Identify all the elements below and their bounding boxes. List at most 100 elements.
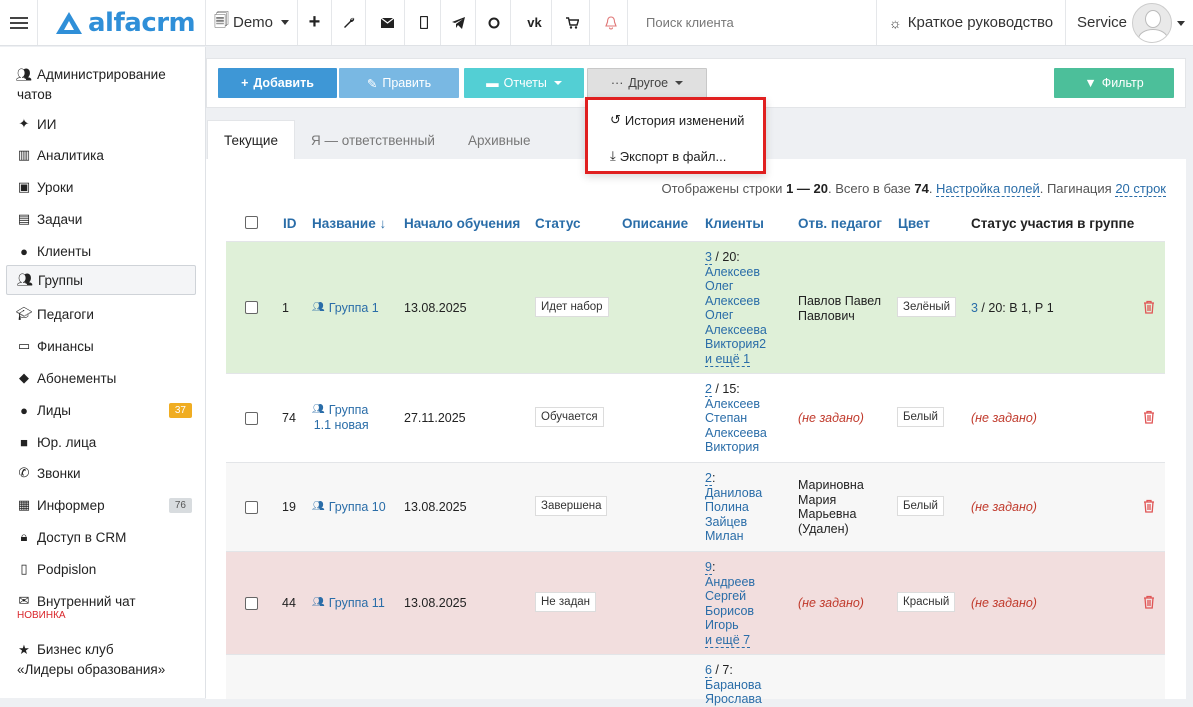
client-link[interactable]: Степан <box>705 411 747 425</box>
sidebar-item-business-club[interactable]: ★ Бизнес клуб «Лидеры образования» <box>6 640 196 680</box>
sidebar-item-chat-admin[interactable]: 👥︎ Администрирование чатов <box>6 65 196 105</box>
sidebar-item-analytics[interactable]: ▥ Аналитика <box>6 145 196 165</box>
add-icon[interactable]: + <box>298 0 332 45</box>
group-link[interactable]: 👥︎ Группа 11 <box>312 596 385 611</box>
avatar[interactable] <box>1132 3 1172 43</box>
column-description[interactable]: Описание <box>622 216 688 231</box>
column-name[interactable]: Название ↓ <box>312 216 386 231</box>
trash-icon[interactable] <box>1143 300 1155 314</box>
filter-button[interactable]: ▼ Фильтр <box>1054 68 1174 98</box>
client-link[interactable]: Алексеев <box>705 265 760 279</box>
clients-count-link[interactable]: 2 <box>705 471 712 486</box>
column-status[interactable]: Статус <box>535 216 581 231</box>
client-link[interactable]: Виктория <box>705 440 759 454</box>
sidebar-item-clients[interactable]: ● Клиенты <box>6 241 196 261</box>
sidebar-item-groups[interactable]: 👥︎ Группы <box>6 265 196 295</box>
logo[interactable]: alfacrm <box>38 0 206 45</box>
user-menu[interactable]: Service <box>1066 0 1193 45</box>
group-link[interactable]: 👥︎ Группа 10 <box>312 500 386 515</box>
row-checkbox[interactable] <box>245 501 258 514</box>
client-search-input[interactable] <box>644 14 864 31</box>
clients-count-link[interactable]: 2 <box>705 382 712 397</box>
phone-mobile-icon[interactable] <box>407 0 441 45</box>
client-link[interactable]: Алексеев <box>705 397 760 411</box>
other-button[interactable]: ··· Другое <box>587 68 707 98</box>
table-row[interactable]: 19 👥︎ Группа 10 13.08.2025 Завершена 2: Д… <box>226 462 1165 551</box>
reports-button[interactable]: ▬ Отчеты <box>464 68 584 98</box>
table-row[interactable]: 44 👥︎ Группа 11 13.08.2025 Не задан 9: Ан… <box>226 551 1165 654</box>
row-checkbox[interactable] <box>245 301 258 314</box>
client-link[interactable]: Олег <box>705 279 733 293</box>
tab-archive[interactable]: Архивные <box>468 120 531 160</box>
sidebar-item-lessons[interactable]: ▣ Уроки <box>6 177 196 197</box>
column-start[interactable]: Начало обучения <box>404 216 520 231</box>
column-id[interactable]: ID <box>283 216 297 231</box>
pagination-link[interactable]: 20 строк <box>1115 181 1166 197</box>
tab-mine[interactable]: Я — ответственный <box>311 120 435 160</box>
sidebar-item-ai[interactable]: ✦ ИИ <box>6 114 196 134</box>
clients-count-link[interactable]: 6 <box>705 663 712 678</box>
client-search[interactable] <box>630 0 877 45</box>
chat-bubble-icon[interactable] <box>477 0 511 45</box>
edit-button[interactable]: ✎ Править <box>339 68 459 98</box>
client-link[interactable]: Данилова <box>705 486 762 500</box>
group-link[interactable]: 👥︎ Группа 1 <box>312 301 379 316</box>
sidebar-item-crm-access[interactable]: 🔒︎ Доступ в CRM <box>6 527 196 547</box>
client-link[interactable]: Баранова <box>705 678 761 692</box>
branch-selector[interactable]: 🗐 Demo <box>206 0 298 45</box>
sidebar-item-informer[interactable]: ▦ Информер 76 <box>6 495 196 515</box>
table-row[interactable]: 1 👥︎ Группа 1 13.08.2025 Идет набор 3 / 2… <box>226 241 1165 373</box>
tab-current[interactable]: Текущие <box>207 120 295 160</box>
bell-icon[interactable] <box>594 0 628 45</box>
sidebar-item-subscriptions[interactable]: ◆ Абонементы <box>6 368 196 388</box>
sidebar-item-internal-chat[interactable]: ✉ Внутренний чат <box>6 591 196 611</box>
telegram-icon[interactable] <box>442 0 476 45</box>
sidebar-item-podpislon[interactable]: ▯ Podpislon <box>6 559 196 579</box>
client-link[interactable]: Алексеева <box>705 426 767 440</box>
client-link[interactable]: Зайцев <box>705 515 747 529</box>
menu-item-history[interactable]: ↺ История изменений <box>610 112 744 128</box>
table-row[interactable]: 74 👥︎ Группа 1.1 новая 27.11.2025 Обучает… <box>226 373 1165 462</box>
wrench-icon[interactable] <box>332 0 366 45</box>
more-clients-link[interactable]: и ещё 7 <box>705 632 751 648</box>
fields-settings-link[interactable]: Настройка полей <box>936 181 1040 197</box>
client-link[interactable]: Виктория2 <box>705 337 766 351</box>
client-link[interactable]: Ярослава <box>705 692 762 706</box>
sidebar-item-teachers[interactable]: 🎓︎ Педагоги <box>6 304 196 324</box>
client-link[interactable]: Милан <box>705 529 744 543</box>
menu-toggle-button[interactable] <box>0 0 38 45</box>
sidebar-item-calls[interactable]: ✆ Звонки <box>6 463 196 483</box>
add-button[interactable]: + Добавить <box>218 68 337 98</box>
table-row[interactable]: 6 / 7: Баранова Ярослава <box>226 654 1165 706</box>
trash-icon[interactable] <box>1143 410 1155 424</box>
vk-icon[interactable]: vk <box>518 0 552 45</box>
column-color[interactable]: Цвет <box>898 216 930 231</box>
group-link[interactable]: 👥︎ Группа 1.1 новая <box>312 403 369 432</box>
mail-icon[interactable] <box>371 0 405 45</box>
row-checkbox[interactable] <box>245 412 258 425</box>
clients-count-link[interactable]: 9 <box>705 560 712 575</box>
client-link[interactable]: Андреев <box>705 575 755 589</box>
cart-icon[interactable] <box>556 0 590 45</box>
client-link[interactable]: Алексеев <box>705 294 760 308</box>
more-clients-link[interactable]: и ещё 1 <box>705 351 751 367</box>
row-checkbox[interactable] <box>245 597 258 610</box>
client-link[interactable]: Сергей <box>705 589 746 603</box>
sidebar-item-finance[interactable]: ▭ Финансы <box>6 336 196 356</box>
client-link[interactable]: Полина <box>705 500 749 514</box>
clients-count-link[interactable]: 3 <box>705 250 712 265</box>
sidebar-item-tasks[interactable]: ▤ Задачи <box>6 209 196 229</box>
trash-icon[interactable] <box>1143 595 1155 609</box>
menu-item-export[interactable]: ⤓ Экспорт в файл... <box>610 148 726 164</box>
client-link[interactable]: Борисов <box>705 604 754 618</box>
quick-guide-button[interactable]: ☼ Краткое руководство <box>877 0 1066 45</box>
column-teacher[interactable]: Отв. педагог <box>798 216 882 231</box>
sidebar-item-legal-entities[interactable]: ■ Юр. лица <box>6 432 196 452</box>
client-link[interactable]: Олег <box>705 308 733 322</box>
participation-count-link[interactable]: 3 <box>971 301 978 315</box>
user-chevron-down-icon[interactable] <box>1177 21 1185 26</box>
client-link[interactable]: Игорь <box>705 618 739 632</box>
select-all-checkbox[interactable] <box>245 216 258 229</box>
client-link[interactable]: Алексеева <box>705 323 767 337</box>
sidebar-item-leads[interactable]: ● Лиды 37 <box>6 400 196 420</box>
